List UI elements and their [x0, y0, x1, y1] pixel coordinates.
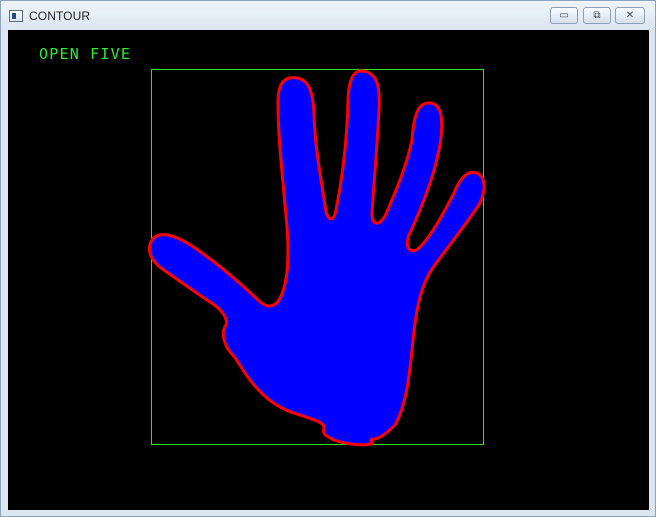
- window-bottom-border: [1, 510, 655, 516]
- hand-contour-drawing: [147, 69, 486, 447]
- hand-contour: [147, 69, 486, 447]
- close-icon: ✕: [625, 10, 635, 21]
- minimize-button[interactable]: ▭: [550, 7, 578, 24]
- window-title: CONTOUR: [29, 9, 91, 23]
- minimize-icon: ▭: [559, 10, 569, 21]
- contour-canvas: OPEN FIVE: [8, 30, 649, 510]
- maximize-button[interactable]: ⧉: [583, 7, 611, 24]
- app-window-icon: [9, 10, 23, 22]
- maximize-icon: ⧉: [593, 10, 601, 21]
- close-button[interactable]: ✕: [615, 7, 645, 24]
- title-bar[interactable]: CONTOUR ▭ ⧉ ✕: [1, 1, 655, 30]
- contour-window: CONTOUR ▭ ⧉ ✕ OPEN FIVE: [0, 0, 656, 517]
